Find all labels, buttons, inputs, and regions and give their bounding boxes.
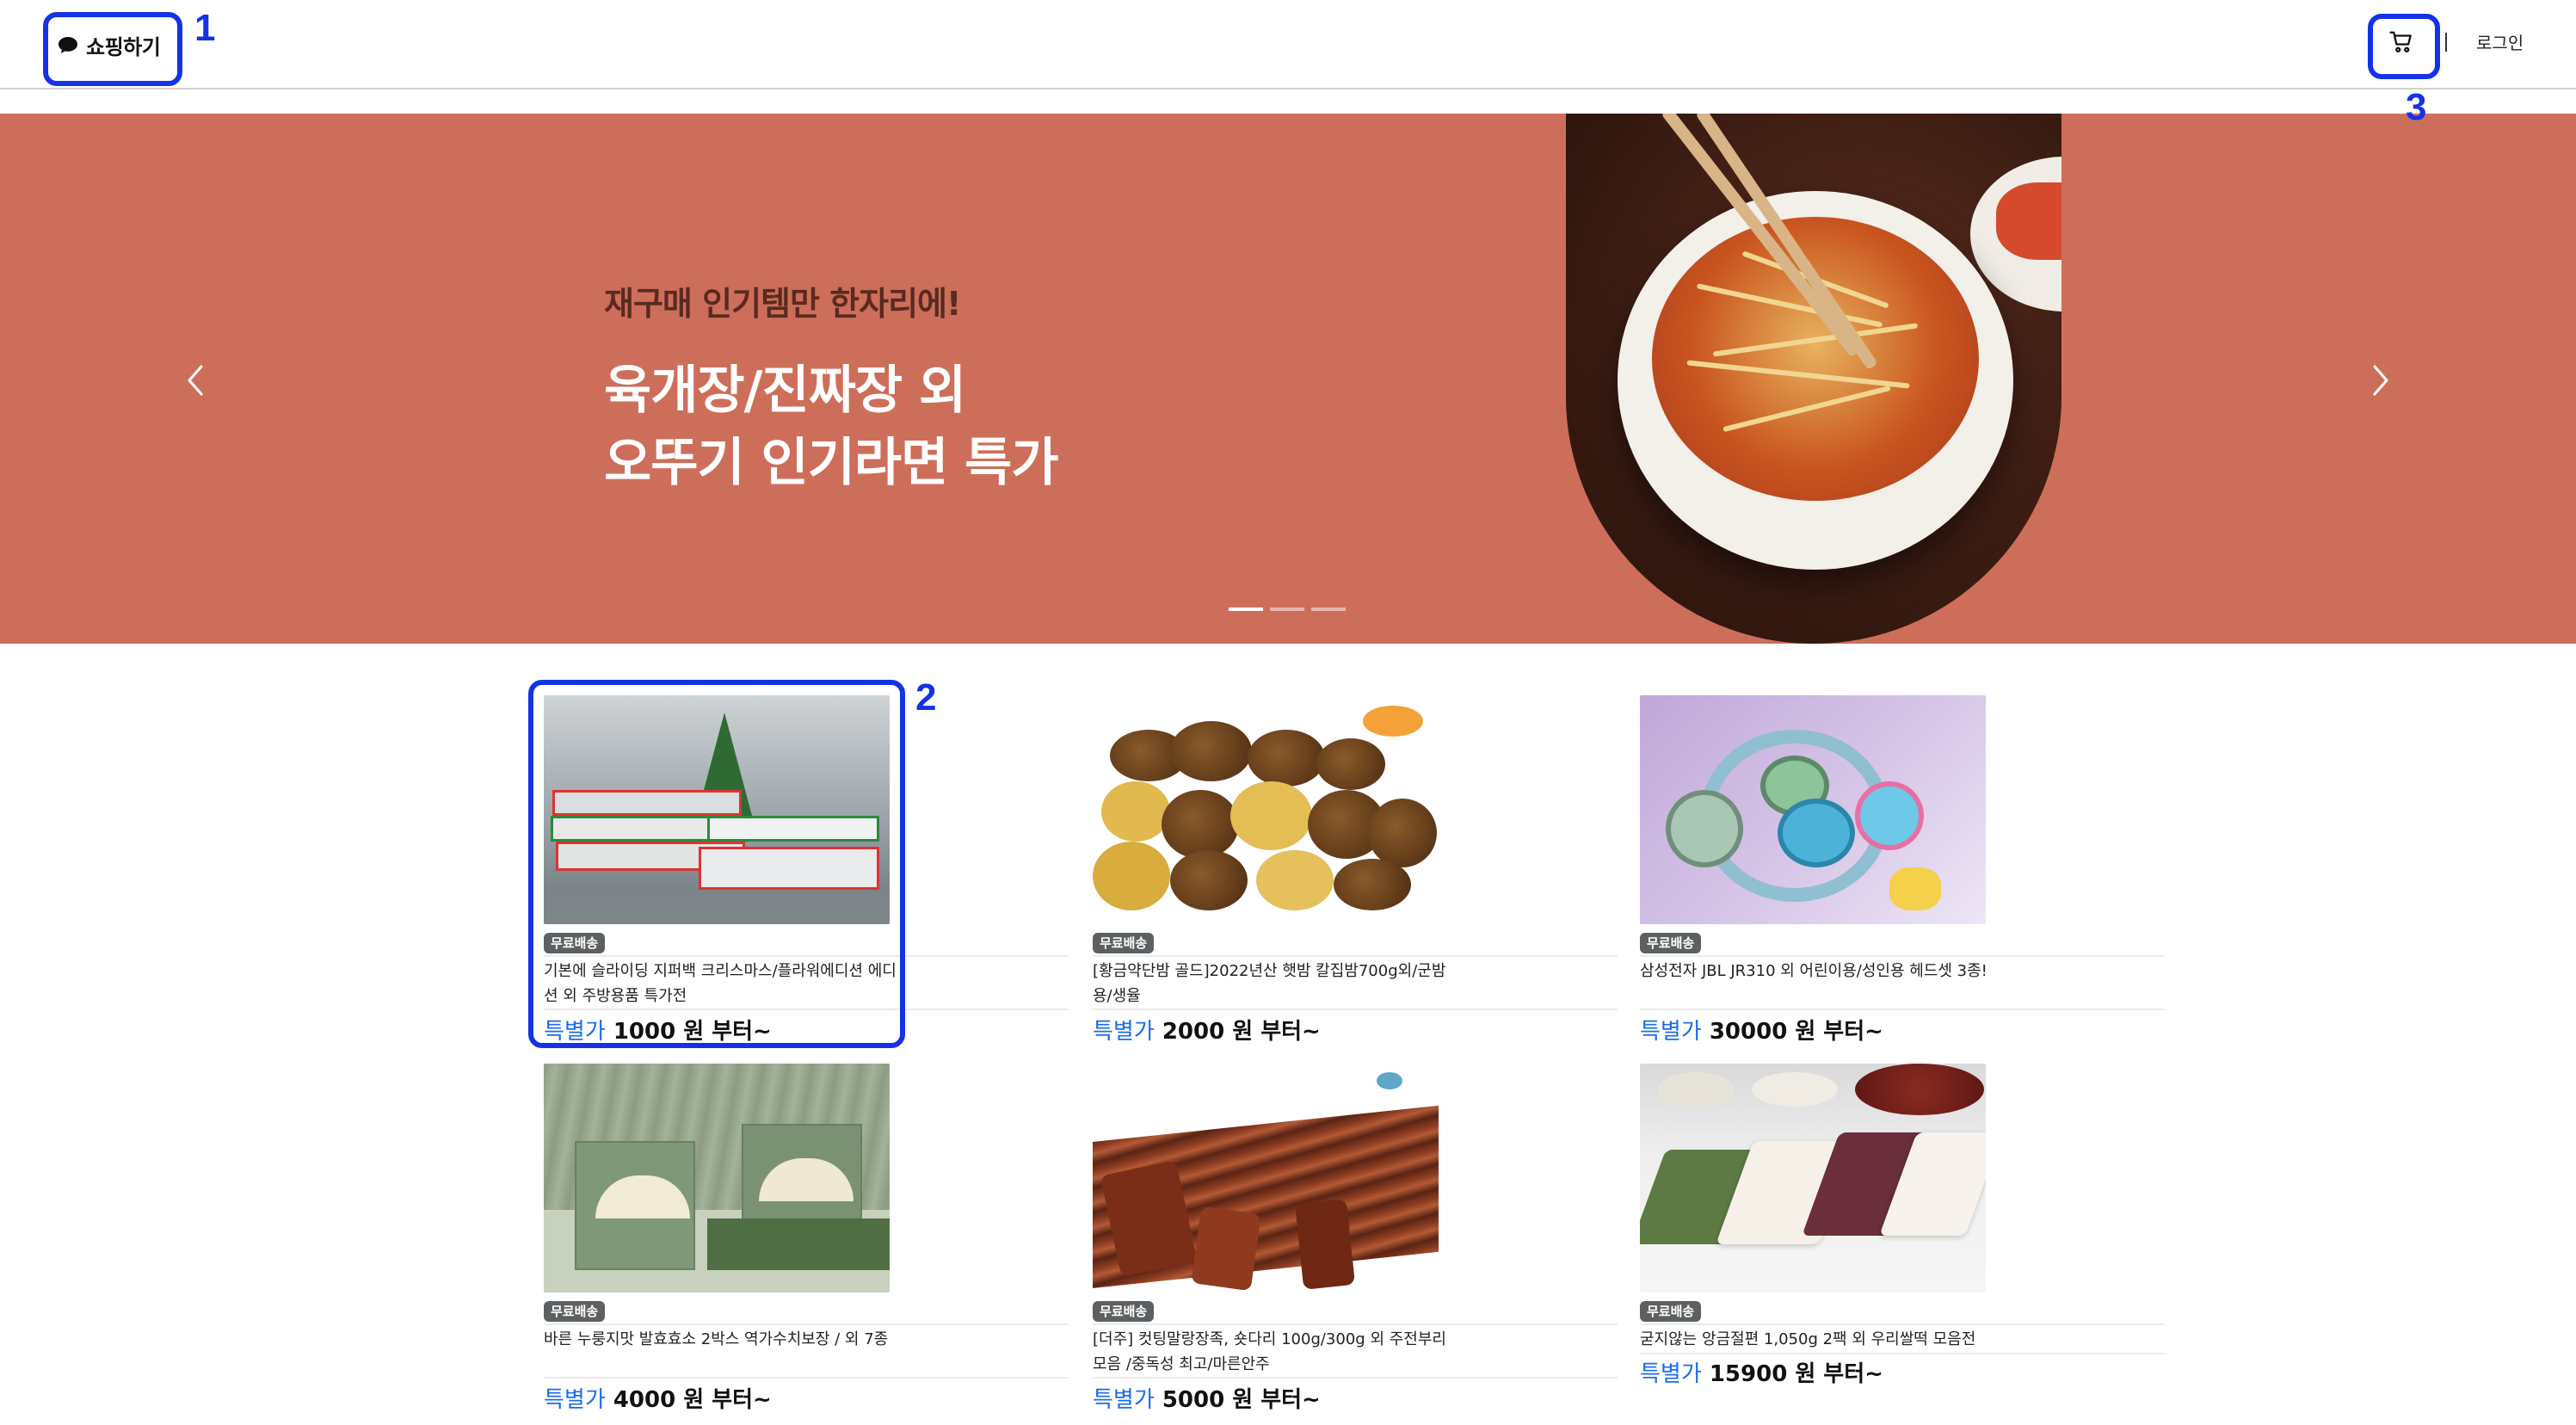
product-divider [1640, 1353, 2165, 1354]
login-link[interactable]: 로그인 [2476, 29, 2524, 54]
banner-title: 육개장/진짜장 외 오뚜기 인기라면 특가 [604, 355, 1059, 499]
product-name[interactable]: 삼성전자 JBL JR310 외 어린이용/성인용 헤드셋 3종! [1640, 959, 2001, 984]
banner-prev-button[interactable] [177, 355, 212, 406]
banner-dot-2[interactable] [1270, 608, 1304, 611]
free-shipping-badge: 무료배송 [1093, 933, 1155, 953]
highlight-label-2: 2 [915, 676, 937, 719]
product-image-1[interactable] [544, 695, 890, 924]
product-card-4[interactable]: 무료배송 바른 누룽지맛 발효효소 2박스 역가수치보장 / 외 7종 특별가 … [544, 1064, 1069, 1418]
special-price-label: 특별가 [1093, 1019, 1155, 1045]
product-divider [1640, 1323, 2165, 1325]
product-image-3[interactable] [1640, 695, 1986, 924]
chevron-right-icon [2364, 365, 2399, 410]
product-card-5[interactable]: 무료배송 [더주] 컷팅말랑장족, 숏다리 100g/300g 외 주전부리 모… [1093, 1064, 1618, 1418]
cart-icon [2388, 29, 2414, 59]
price-text: 5000 원 부터~ [1162, 1387, 1321, 1413]
special-price-label: 특별가 [1640, 1361, 1702, 1387]
price-text: 2000 원 부터~ [1162, 1019, 1321, 1045]
product-price: 특별가 2000 원 부터~ [1093, 1014, 1321, 1046]
product-divider [544, 1323, 1069, 1325]
highlight-label-3: 3 [2406, 86, 2427, 128]
banner-next-button[interactable] [2364, 355, 2399, 406]
product-image-4[interactable] [544, 1064, 890, 1292]
product-price: 특별가 15900 원 부터~ [1640, 1356, 1883, 1388]
product-image-5[interactable] [1093, 1064, 1439, 1292]
free-shipping-badge: 무료배송 [544, 1301, 606, 1322]
product-image-2[interactable] [1093, 695, 1439, 924]
logo-label: 쇼핑하기 [86, 34, 161, 59]
top-header: 쇼핑하기 로그인 [0, 0, 2576, 89]
free-shipping-badge: 무료배송 [1640, 1301, 1702, 1322]
product-divider [1093, 1323, 1618, 1325]
product-name[interactable]: 기본에 슬라이딩 지퍼백 크리스마스/플라워에디션 에디션 외 주방용품 특가전 [544, 959, 905, 1009]
product-divider [544, 955, 1069, 957]
product-divider [1093, 955, 1618, 957]
product-card-2[interactable]: 무료배송 [황금약단밤 골드]2022년산 햇밤 칼집밤700g외/군밤용/생율… [1093, 695, 1618, 1050]
special-price-label: 특별가 [1640, 1019, 1702, 1045]
price-text: 30000 원 부터~ [1709, 1019, 1883, 1045]
product-card-6[interactable]: 무료배송 굳지않는 앙금절편 1,050g 2팩 외 우리쌀떡 모음전 특별가 … [1640, 1064, 2165, 1418]
logo-home-link[interactable]: 쇼핑하기 [57, 26, 161, 64]
product-divider [1640, 1009, 2165, 1010]
product-divider [1640, 955, 2165, 957]
free-shipping-badge: 무료배송 [1093, 1301, 1155, 1322]
product-name[interactable]: [더주] 컷팅말랑장족, 숏다리 100g/300g 외 주전부리 모음 /중독… [1093, 1327, 1454, 1377]
product-card-3[interactable]: 무료배송 삼성전자 JBL JR310 외 어린이용/성인용 헤드셋 3종! 특… [1640, 695, 2165, 1050]
highlight-label-1: 1 [194, 7, 216, 49]
price-text: 1000 원 부터~ [613, 1019, 772, 1045]
cart-button[interactable] [2383, 26, 2419, 62]
header-divider [2445, 33, 2447, 52]
product-name[interactable]: 굳지않는 앙금절편 1,050g 2팩 외 우리쌀떡 모음전 [1640, 1327, 2001, 1352]
banner-pagination [1229, 608, 1346, 611]
banner-subtitle: 재구매 인기템만 한자리에! [604, 285, 961, 323]
banner-ramen-image [1566, 114, 2061, 644]
special-price-label: 특별가 [1093, 1387, 1155, 1413]
product-divider [1093, 1009, 1618, 1010]
product-price: 특별가 30000 원 부터~ [1640, 1014, 1883, 1046]
product-price: 특별가 4000 원 부터~ [544, 1382, 772, 1414]
special-price-label: 특별가 [544, 1019, 606, 1045]
banner-dot-3[interactable] [1311, 608, 1346, 611]
product-divider [544, 1009, 1069, 1010]
banner-title-line-1: 육개장/진짜장 외 [604, 361, 966, 421]
chat-bubble-icon [57, 35, 77, 54]
free-shipping-badge: 무료배송 [1640, 933, 1702, 953]
free-shipping-badge: 무료배송 [544, 933, 606, 953]
product-card-1[interactable]: 무료배송 기본에 슬라이딩 지퍼백 크리스마스/플라워에디션 에디션 외 주방용… [544, 695, 1069, 1050]
product-image-6[interactable] [1640, 1064, 1986, 1292]
price-text: 4000 원 부터~ [613, 1387, 772, 1413]
product-price: 특별가 1000 원 부터~ [544, 1014, 772, 1046]
product-name[interactable]: 바른 누룽지맛 발효효소 2박스 역가수치보장 / 외 7종 [544, 1327, 905, 1352]
product-price: 특별가 5000 원 부터~ [1093, 1382, 1321, 1414]
product-name[interactable]: [황금약단밤 골드]2022년산 햇밤 칼집밤700g외/군밤용/생율 [1093, 959, 1454, 1009]
price-text: 15900 원 부터~ [1709, 1361, 1883, 1387]
product-divider [1093, 1377, 1618, 1379]
promo-banner[interactable]: 재구매 인기템만 한자리에! 육개장/진짜장 외 오뚜기 인기라면 특가 [0, 114, 2576, 644]
banner-title-line-2: 오뚜기 인기라면 특가 [604, 433, 1059, 493]
special-price-label: 특별가 [544, 1387, 606, 1413]
product-divider [544, 1377, 1069, 1379]
chevron-left-icon [177, 365, 212, 410]
banner-dot-1[interactable] [1229, 608, 1263, 611]
